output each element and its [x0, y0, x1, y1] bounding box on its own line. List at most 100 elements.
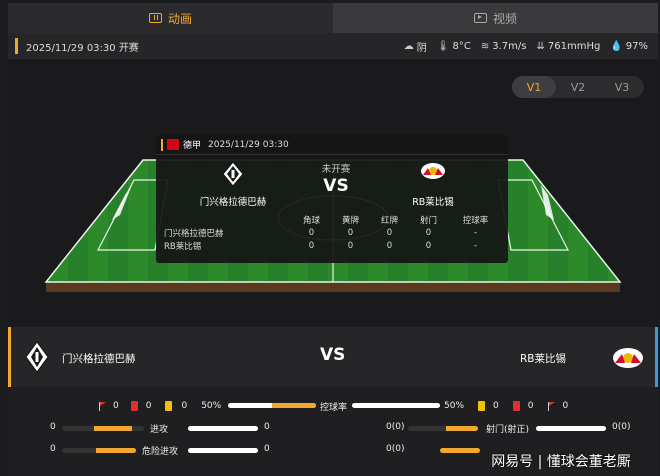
corner-flag-icon: [98, 401, 107, 411]
popup-vs: VS: [323, 176, 349, 196]
popup-datetime: 2025/11/29 03:30: [208, 139, 289, 150]
weather-wind: ≋ 3.7m/s: [481, 41, 527, 52]
pressure-icon: ⇊: [536, 40, 545, 52]
attack-away-value: 0: [264, 422, 270, 432]
home-possession-fill: [272, 403, 316, 408]
popup-status-block: 未开赛 VS: [291, 161, 381, 196]
wind-value: 3.7m/s: [492, 40, 527, 52]
table-row: 门兴格拉德巴赫 0 0 0 0 -: [156, 226, 508, 239]
row-cell: 0: [308, 227, 315, 238]
row-cell: 0: [425, 240, 432, 251]
tab-animation[interactable]: 动画: [8, 3, 333, 33]
home-accent-bar: [8, 327, 11, 387]
danger-home-fill: [96, 448, 136, 453]
shots-home-fill: [446, 426, 478, 431]
match-info-bar: 2025/11/29 03:30 开赛 ☁ 阴 🌡 8°C ≋ 3.7m/s ⇊…: [8, 33, 658, 59]
red-card-icon: [130, 401, 138, 411]
popup-home-name: 门兴格拉德巴赫: [199, 197, 267, 208]
media-tabs: 动画 视频: [8, 3, 658, 33]
away-crest-icon: [421, 163, 445, 179]
kickoff-time: 2025/11/29 03:30 开赛: [26, 42, 139, 54]
stats-header-row: 角球 黄牌 红牌 射门 控球率: [156, 213, 508, 226]
temperature-value: 8°C: [452, 40, 471, 52]
teams-strip: 门兴格拉德巴赫 VS RB莱比锡: [8, 327, 658, 387]
away-red-value: 0: [527, 401, 534, 411]
weather-pressure: ⇊ 761mmHg: [536, 41, 600, 52]
away-possession-value: 50%: [444, 401, 465, 411]
danger-label: 危险进攻: [142, 447, 179, 457]
popup-header: 德甲 2025/11/29 03:30: [156, 135, 508, 155]
shots-label: 射门(射正): [486, 425, 530, 435]
popup-teams: 门兴格拉德巴赫 未开赛 VS RB莱比锡: [156, 155, 508, 213]
away-yellow-value: 0: [493, 401, 499, 411]
row-cell: -: [473, 240, 478, 251]
row-cell: 0: [386, 240, 393, 251]
match-status: 未开赛: [321, 164, 351, 175]
league-logo-icon: [167, 139, 179, 150]
header-corners: 角球: [302, 215, 320, 226]
row-cell: 0: [308, 240, 315, 251]
popup-away-team: RB莱比锡: [378, 161, 488, 208]
shots-away-bar: [536, 426, 606, 431]
attack-home-value: 0: [50, 422, 56, 432]
shots-home-value: 0(0): [386, 422, 405, 432]
tab-animation-label: 动画: [167, 11, 192, 26]
weather-condition-value: 阴: [416, 42, 427, 54]
home-crest-icon: [222, 161, 244, 187]
home-crest-icon: [25, 341, 49, 373]
danger-away-value: 0: [264, 444, 270, 454]
away-team-name: RB莱比锡: [520, 353, 566, 365]
pressure-value: 761mmHg: [547, 40, 601, 52]
header-possession: 控球率: [462, 215, 489, 226]
away-discipline: 50% 0 0 0: [444, 399, 568, 413]
tab-video-label: 视频: [492, 11, 517, 26]
view-v3-button[interactable]: V3: [600, 76, 644, 98]
home-discipline: 0 0 0 50%: [98, 399, 221, 413]
home-possession-value: 50%: [201, 401, 222, 411]
wind-icon: ≋: [480, 40, 490, 52]
video-icon: [473, 13, 487, 23]
danger-away-bar: [188, 448, 258, 453]
danger-home-value: 0: [50, 444, 56, 454]
home-corners-value: 0: [113, 401, 119, 411]
tab-video[interactable]: 视频: [333, 3, 658, 33]
home-possession-bar: [228, 403, 316, 408]
shots-away-value: 0(0): [612, 422, 631, 432]
animation-icon: [148, 13, 162, 23]
red-card-icon: [512, 401, 520, 411]
header-shots: 射门: [419, 215, 437, 226]
row-team: RB莱比锡: [164, 241, 202, 252]
row-cell: -: [473, 227, 478, 238]
attack-away-bar: [188, 426, 258, 431]
popup-accent-bar: [161, 138, 163, 151]
league-name: 德甲: [183, 141, 202, 151]
view-v2-button[interactable]: V2: [556, 76, 600, 98]
weather-humidity: 💧 97%: [610, 41, 648, 52]
row-cell: 0: [386, 227, 393, 238]
away-crest-icon: [613, 348, 643, 368]
header-yellow: 黄牌: [341, 215, 359, 226]
yellow-card-icon: [478, 401, 486, 411]
teams-vs: VS: [320, 345, 346, 365]
humidity-value: 97%: [625, 40, 648, 52]
attack-home-bar: [62, 426, 144, 431]
attack-home-fill: [94, 426, 132, 431]
view-v1-button[interactable]: V1: [512, 76, 556, 98]
shots-home-bar: [408, 426, 478, 431]
possession-label: 控球率: [320, 403, 348, 413]
home-yellow-value: 0: [181, 401, 188, 411]
away-corners-value: 0: [562, 401, 569, 411]
watermark: 网易号 | 懂球会董老厮: [491, 454, 631, 470]
match-summary-popup: 德甲 2025/11/29 03:30 门兴格拉德巴赫 未开赛 VS RB莱比锡…: [156, 135, 508, 263]
popup-home-team: 门兴格拉德巴赫: [178, 161, 288, 208]
yellow-card-icon: [165, 401, 173, 411]
weather-temperature: 🌡 8°C: [437, 41, 471, 52]
home-red-value: 0: [145, 401, 152, 411]
away-accent-bar: [655, 327, 658, 387]
weather-condition: ☁ 阴: [404, 39, 427, 54]
thermometer-icon: 🌡: [436, 40, 450, 52]
row-cell: 0: [347, 227, 354, 238]
corner-flag-icon: [547, 401, 556, 411]
danger-home-bar: [62, 448, 136, 453]
popup-away-name: RB莱比锡: [412, 197, 454, 208]
